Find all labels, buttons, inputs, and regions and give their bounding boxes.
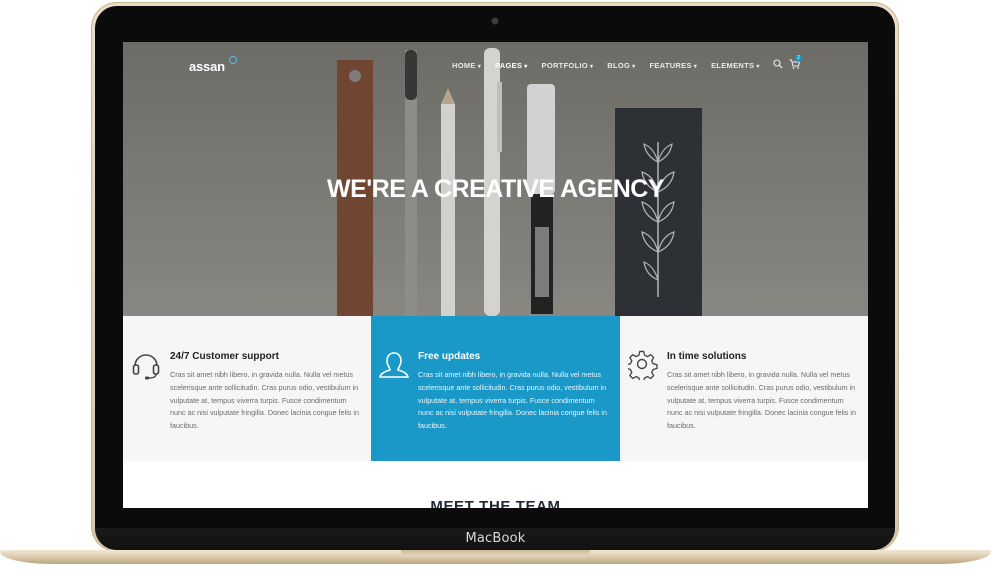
site-logo[interactable]: assan [189, 59, 225, 74]
feature-title: 24/7 Customer support [170, 351, 279, 362]
nav-item-elements[interactable]: ELEMENTS ▾ [711, 61, 760, 70]
nav-item-blog[interactable]: BLOG ▾ [607, 61, 635, 70]
caret-down-icon: ▾ [477, 64, 482, 70]
gear-icon [628, 350, 658, 380]
nav-item-portfolio[interactable]: PORTFOLIO ▾ [542, 61, 594, 70]
headset-icon [132, 354, 160, 380]
main-menu: HOME ▾ PAGES ▾ PORTFOLIO ▾ BLOG ▾ FEATURES ▾ … [452, 61, 760, 70]
feature-text: Cras sit amet nibh libero, in gravida nu… [170, 370, 359, 431]
caret-down-icon: ▾ [589, 64, 594, 70]
feature-title: In time solutions [667, 351, 747, 362]
logo-mark-icon [229, 56, 237, 64]
section-heading: MEET THE TEAM [430, 498, 561, 508]
feature-title: Free updates [418, 351, 481, 362]
caret-down-icon: ▾ [756, 64, 760, 70]
caret-down-icon: ▾ [524, 64, 528, 70]
feature-text: Cras sit amet nibh libero, in gravida nu… [418, 370, 607, 431]
search-icon[interactable] [773, 59, 783, 69]
feature-text: Cras sit amet nibh libero, in gravida nu… [667, 370, 856, 431]
features-row: 24/7 Customer support Cras sit amet nibh… [123, 316, 868, 461]
laptop-notch [401, 550, 590, 556]
feature-card-support: 24/7 Customer support Cras sit amet nibh… [123, 316, 371, 461]
website-screen: assan HOME ▾ PAGES ▾ PORTFOLIO ▾ BLOG ▾ FEAT… [123, 42, 868, 508]
caret-down-icon: ▾ [632, 64, 636, 70]
camera-icon [492, 18, 498, 24]
hero-section: assan HOME ▾ PAGES ▾ PORTFOLIO ▾ BLOG ▾ FEAT… [123, 42, 868, 316]
caret-down-icon: ▾ [693, 64, 698, 70]
hero-title: WE'RE A CREATIVE AGENCY [326, 175, 665, 203]
cart-count-badge: 2 [795, 55, 802, 62]
feature-card-updates: Free updates Cras sit amet nibh libero, … [371, 316, 620, 461]
nav-item-pages[interactable]: PAGES ▾ [495, 61, 528, 70]
nav-item-features[interactable]: FEATURES ▾ [649, 61, 697, 70]
user-icon [379, 352, 409, 378]
device-brand-label: MacBook [465, 531, 526, 546]
top-navbar: assan HOME ▾ PAGES ▾ PORTFOLIO ▾ BLOG ▾ FEAT… [123, 42, 868, 88]
feature-card-solutions: In time solutions Cras sit amet nibh lib… [620, 316, 868, 461]
nav-item-home[interactable]: HOME ▾ [452, 61, 481, 70]
